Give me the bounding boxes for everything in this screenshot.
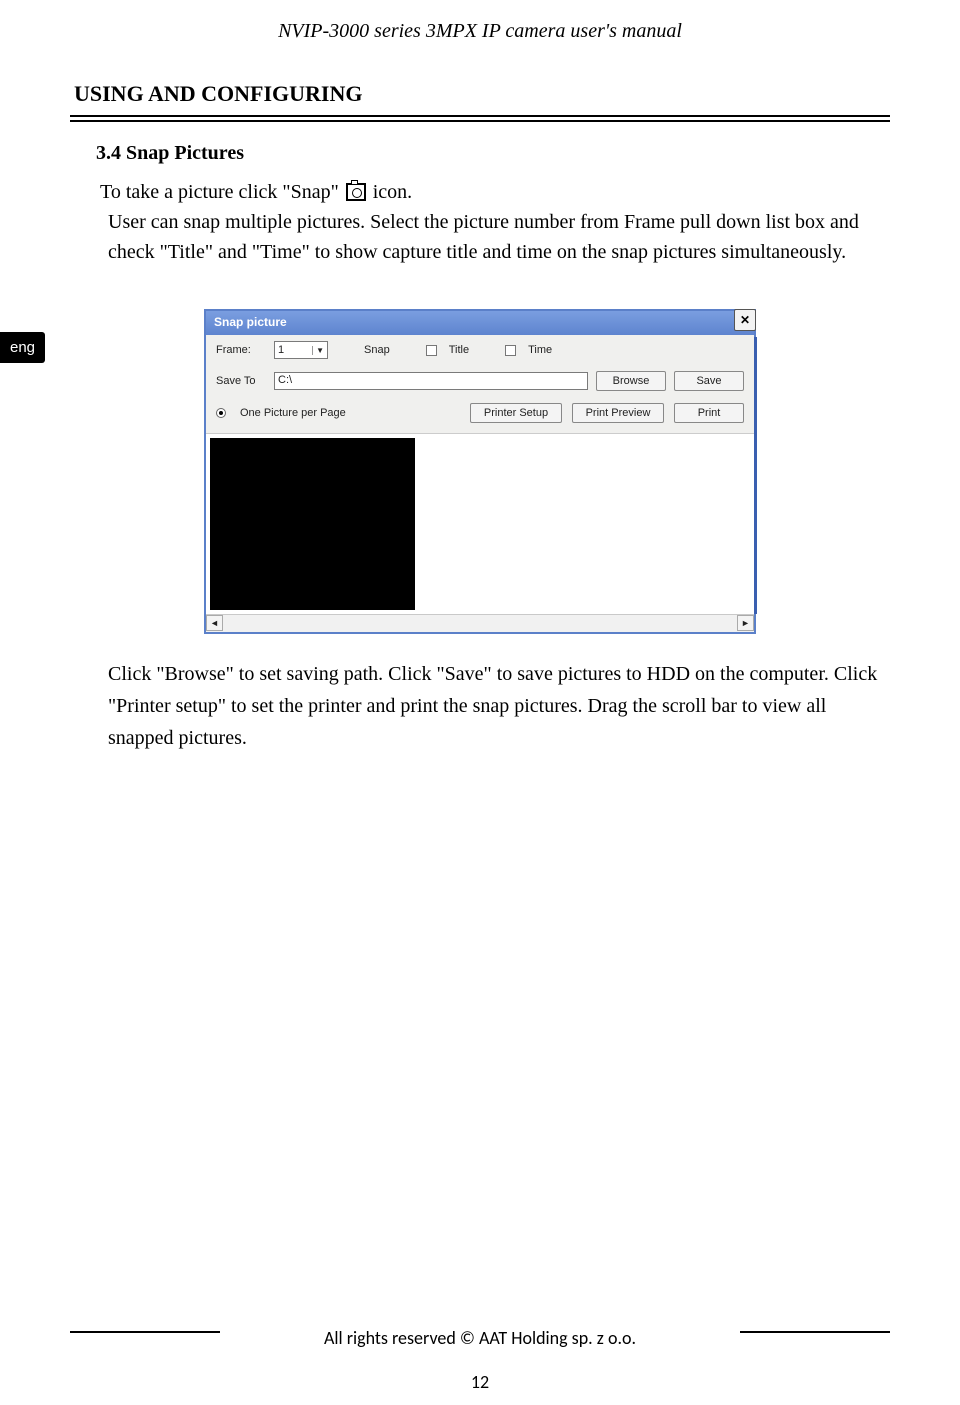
snap-picture-dialog: Snap picture ✕ Frame: 1 ▼ Snap Title Tim…	[204, 309, 756, 634]
one-picture-label: One Picture per Page	[240, 407, 346, 419]
close-button[interactable]: ✕	[734, 309, 756, 331]
horizontal-scrollbar[interactable]: ◄ ►	[206, 614, 754, 632]
right-border-accent	[754, 337, 757, 614]
camera-icon	[346, 183, 366, 201]
print-row: One Picture per Page Printer Setup Print…	[206, 397, 754, 434]
intro-suffix: icon.	[373, 181, 412, 203]
rule-top	[70, 115, 890, 117]
time-checkbox-label: Time	[528, 344, 552, 356]
chevron-down-icon: ▼	[312, 346, 324, 355]
frame-dropdown[interactable]: 1 ▼	[274, 341, 328, 359]
save-button[interactable]: Save	[674, 371, 744, 391]
save-to-label: Save To	[216, 375, 266, 387]
manual-header: NVIP-3000 series 3MPX IP camera user's m…	[70, 20, 890, 43]
time-checkbox[interactable]	[505, 345, 516, 356]
browse-button[interactable]: Browse	[596, 371, 666, 391]
language-tab[interactable]: eng	[0, 332, 45, 363]
print-preview-button[interactable]: Print Preview	[572, 403, 664, 423]
preview-area	[206, 434, 754, 614]
one-picture-radio[interactable]	[216, 408, 226, 418]
title-checkbox[interactable]	[426, 345, 437, 356]
frame-value: 1	[278, 344, 284, 356]
title-checkbox-label: Title	[449, 344, 469, 356]
dialog-title-text: Snap picture	[214, 315, 287, 329]
snap-button[interactable]: Snap	[364, 344, 390, 356]
section-heading: USING AND CONFIGURING	[74, 81, 890, 107]
page-number: 12	[0, 1371, 960, 1393]
paragraph-1: User can snap multiple pictures. Select …	[108, 207, 890, 267]
paragraph-2: Click "Browse" to set saving path. Click…	[108, 658, 890, 754]
preview-blank	[415, 434, 754, 614]
scroll-left-arrow-icon[interactable]: ◄	[206, 615, 223, 631]
preview-thumbnail	[210, 438, 415, 610]
frame-label: Frame:	[216, 344, 266, 356]
path-input[interactable]: C:\	[274, 372, 588, 390]
print-button[interactable]: Print	[674, 403, 744, 423]
save-to-row: Save To C:\ Browse Save	[206, 365, 754, 397]
frame-row: Frame: 1 ▼ Snap Title Time	[206, 335, 754, 365]
dialog-titlebar: Snap picture ✕	[206, 311, 754, 335]
rule-bottom	[70, 120, 890, 122]
intro-prefix: To take a picture click "Snap"	[100, 181, 344, 203]
footer-text: All rights reserved © AAT Holding sp. z …	[0, 1327, 960, 1349]
printer-setup-button[interactable]: Printer Setup	[470, 403, 562, 423]
intro-line: To take a picture click "Snap" icon.	[100, 177, 890, 207]
subsection-heading: 3.4 Snap Pictures	[96, 142, 890, 165]
scroll-right-arrow-icon[interactable]: ►	[737, 615, 754, 631]
